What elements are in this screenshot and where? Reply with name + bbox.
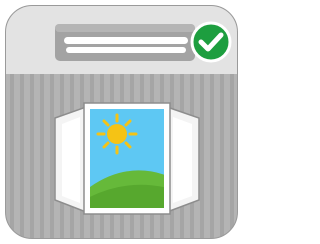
open-window-icon: [54, 102, 200, 215]
icon-canvas: [0, 0, 243, 244]
sun-icon: [96, 113, 138, 155]
air-conditioner-icon: [55, 24, 195, 61]
window-with-air-conditioner-icon: [5, 5, 238, 239]
check-badge-icon: [190, 21, 232, 63]
